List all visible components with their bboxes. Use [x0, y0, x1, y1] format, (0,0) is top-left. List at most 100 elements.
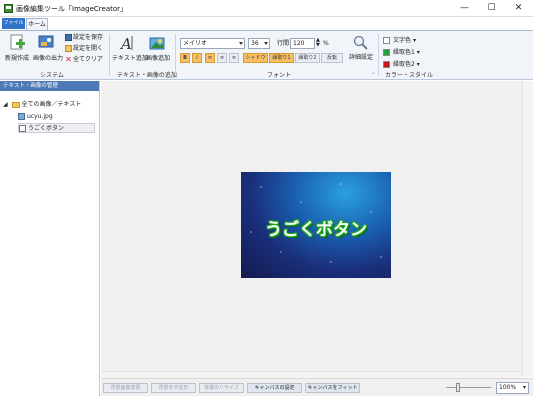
new-document-icon	[10, 34, 25, 50]
new-label: 新規作成	[4, 55, 29, 62]
add-image-button[interactable]: 画像追加	[144, 34, 172, 62]
system-group-label: システム	[40, 72, 64, 79]
line-spacing-input[interactable]: 120	[290, 38, 315, 49]
chevron-down-icon	[264, 42, 268, 45]
zoom-slider-thumb[interactable]	[456, 383, 460, 392]
image-export-icon	[38, 35, 54, 48]
font-size-select[interactable]: 36	[248, 38, 270, 49]
tree-root-label: 全ての画像／テキスト	[21, 101, 82, 108]
tab-home[interactable]: ホーム	[26, 18, 48, 30]
group-divider	[378, 34, 379, 76]
add-text-label: テキスト追加	[112, 55, 148, 62]
tree-item-label: ucyu.jpg	[27, 113, 53, 120]
align-right-button[interactable]: ≡	[229, 53, 239, 63]
bold-button[interactable]: B	[180, 53, 190, 63]
menu-bar: ファイル ホーム	[0, 17, 533, 30]
detail-settings-label: 詳細設定	[348, 54, 373, 61]
shadow-button[interactable]: シャドウ	[243, 53, 268, 63]
tree-item-image[interactable]: ucyu.jpg	[18, 112, 96, 122]
add-text-icon: A	[119, 35, 133, 52]
zoom-select[interactable]: 100% ▾	[496, 382, 529, 394]
canvas-settings-button[interactable]: キャンバスの設定	[247, 383, 302, 393]
line-spacing-value: 120	[293, 40, 305, 47]
add-image-label: 画像追加	[145, 55, 170, 62]
tree-item-label: うごくボタン	[28, 125, 65, 132]
open-settings-label: 設定を開く	[73, 45, 104, 52]
add-text-button[interactable]: A テキスト追加	[112, 34, 148, 62]
align-center-button[interactable]: ≡	[217, 53, 227, 63]
outline2-color-picker[interactable]: 縁取色2 ▾	[383, 59, 420, 68]
open-settings-button[interactable]: 設定を開く	[65, 44, 103, 53]
tree-item-text[interactable]: うごくボタン	[18, 123, 95, 133]
line-spacing-label: 行間	[277, 40, 290, 47]
font-size-value: 36	[251, 40, 259, 47]
italic-button[interactable]: I	[192, 53, 202, 63]
minimize-button[interactable]: —	[451, 0, 478, 16]
folder-icon	[11, 101, 20, 108]
invert-button[interactable]: 反転	[321, 53, 343, 63]
save-icon	[65, 34, 72, 41]
font-family-value: メイリオ	[183, 40, 208, 47]
chevron-down-icon: ▾	[416, 49, 420, 56]
detail-settings-button[interactable]: 詳細設定	[348, 35, 374, 61]
chevron-down-icon	[239, 42, 243, 45]
magnifier-icon	[353, 35, 368, 50]
outline1-color-label: 縁取色1	[393, 49, 415, 56]
horizontal-scrollbar[interactable]	[101, 371, 522, 378]
maximize-button[interactable]: ☐	[478, 0, 505, 16]
background-transparent-button[interactable]: 背景を不定形	[151, 383, 196, 393]
add-group-label: テキスト・画像の追加	[117, 72, 177, 79]
export-button[interactable]: 画像の出力	[33, 34, 64, 62]
save-settings-button[interactable]: 設定を保存	[65, 33, 103, 42]
chevron-down-icon: ▾	[412, 37, 416, 44]
align-left-button[interactable]: ≡	[205, 53, 215, 63]
fit-canvas-button[interactable]: キャンバスをフィット	[305, 383, 360, 393]
outline1-button[interactable]: 縁取り1	[269, 53, 294, 63]
app-icon	[4, 4, 13, 13]
change-background-button[interactable]: 背景画像変更	[103, 383, 148, 393]
vertical-scrollbar[interactable]	[522, 81, 533, 377]
open-folder-icon	[65, 45, 72, 52]
clear-all-label: 全てクリア	[73, 56, 104, 63]
text-color-picker[interactable]: 文字色 ▾	[383, 35, 416, 44]
svg-text:A: A	[119, 35, 132, 52]
group-divider	[175, 34, 176, 76]
zoom-value: 100%	[499, 384, 517, 391]
resize-background-button[interactable]: 背景のリサイズ	[199, 383, 244, 393]
group-divider	[109, 34, 110, 76]
outline2-color-label: 縁取色2	[393, 61, 415, 68]
outline2-color-swatch	[383, 61, 390, 68]
object-manager-panel: テキスト・画像の管理 ◢ 全ての画像／テキスト ucyu.jpg うごくボタン	[0, 81, 100, 396]
close-button[interactable]: ✕	[505, 0, 532, 16]
line-spacing-spinner[interactable]: ▲ ▼	[316, 38, 320, 48]
font-family-select[interactable]: メイリオ	[180, 38, 245, 49]
zoom-slider[interactable]	[446, 387, 491, 388]
image-file-icon	[18, 113, 25, 120]
chevron-down-icon: ▾	[522, 384, 526, 391]
new-button[interactable]: 新規作成	[3, 34, 31, 62]
text-color-swatch	[383, 37, 390, 44]
expand-arrow-icon: ◢	[3, 101, 8, 108]
tab-file[interactable]: ファイル	[2, 18, 25, 29]
panel-title: テキスト・画像の管理	[0, 81, 99, 91]
outline2-button[interactable]: 縁取り2	[295, 53, 320, 63]
window-title: 画像編集ツール「ImageCreator」	[16, 5, 128, 13]
title-bar: 画像編集ツール「ImageCreator」 — ☐ ✕	[0, 0, 533, 17]
delete-x-icon: ✕	[65, 55, 72, 64]
export-label: 画像の出力	[33, 55, 64, 62]
add-image-icon	[149, 37, 165, 50]
canvas-text[interactable]: うごくボタン	[241, 215, 391, 240]
dialog-launcher-icon[interactable]: ⌟	[372, 68, 374, 77]
save-settings-label: 設定を保存	[73, 34, 104, 41]
canvas-preview[interactable]: うごくボタン	[241, 172, 391, 278]
color-group-label: カラー・スタイル	[385, 72, 434, 79]
clear-all-button[interactable]: ✕全てクリア	[65, 55, 103, 64]
outline1-color-swatch	[383, 49, 390, 56]
tree-root[interactable]: ◢ 全ての画像／テキスト	[3, 100, 81, 110]
chevron-down-icon: ▾	[416, 61, 420, 68]
text-color-label: 文字色	[393, 37, 412, 44]
outline1-color-picker[interactable]: 縁取色1 ▾	[383, 47, 420, 56]
bottom-toolbar: 背景画像変更 背景を不定形 背景のリサイズ キャンバスの設定 キャンバスをフィッ…	[101, 378, 533, 396]
ribbon: 新規作成 画像の出力 設定を保存 設定を開く ✕全てクリア システム A テキス…	[0, 30, 533, 80]
text-item-icon	[19, 125, 26, 132]
